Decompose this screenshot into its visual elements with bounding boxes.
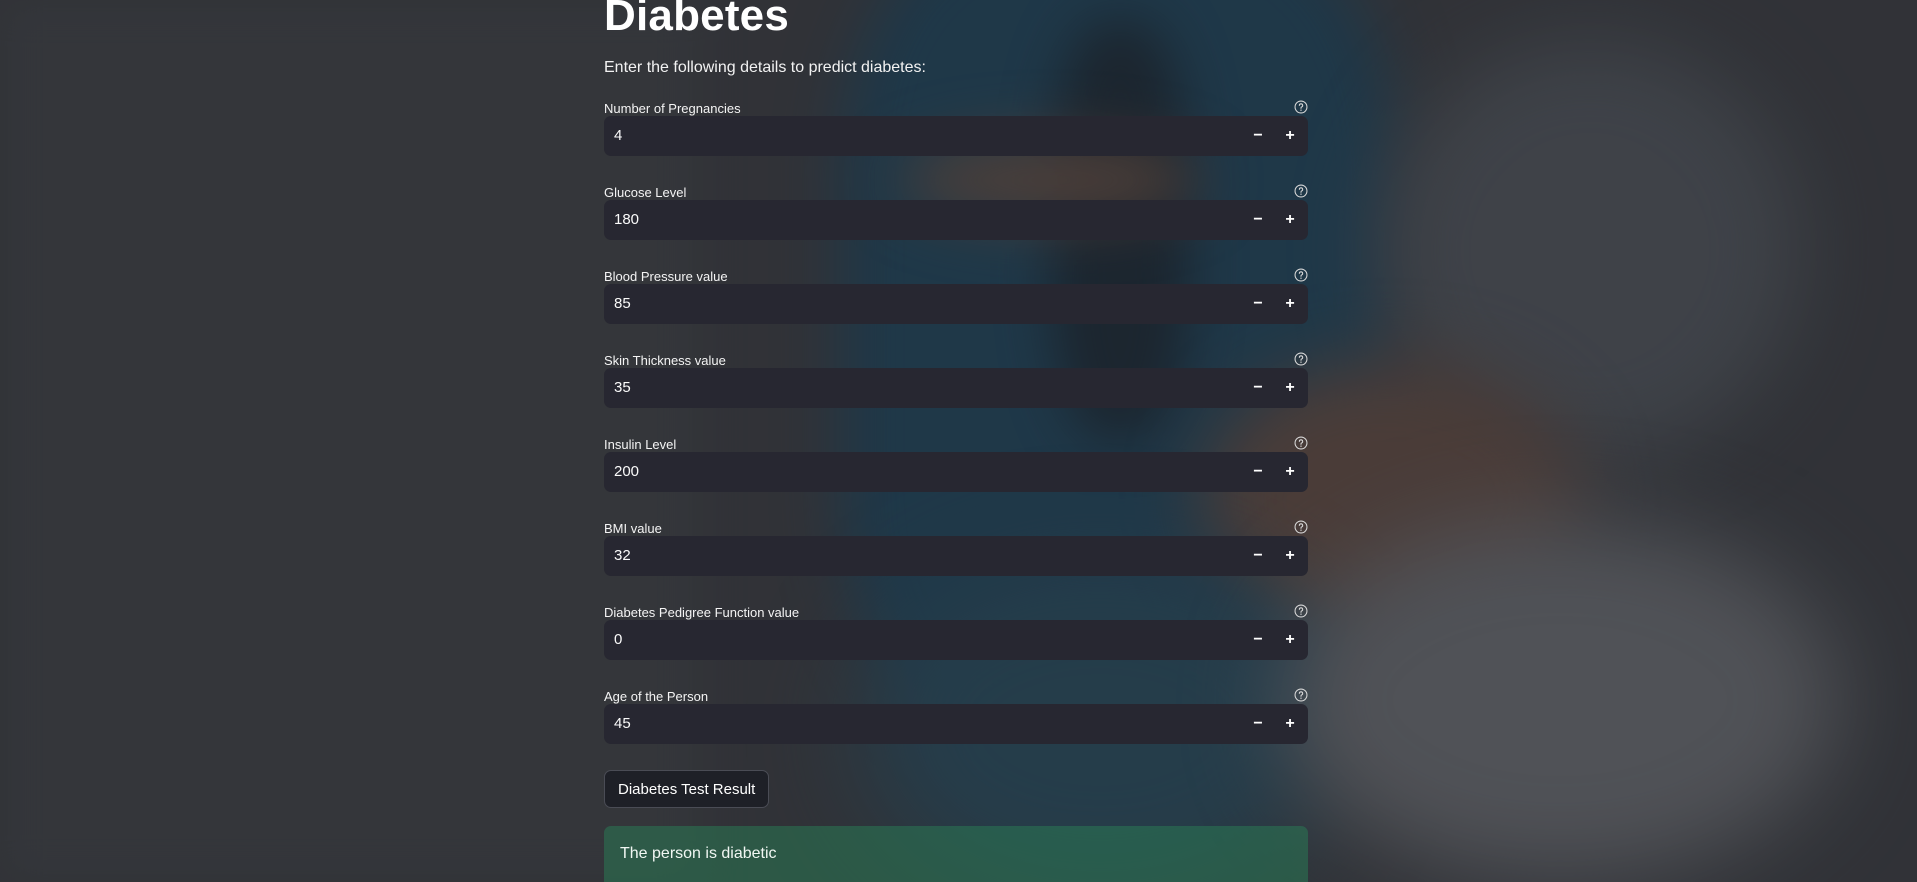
decrement-button[interactable]: − — [1242, 620, 1274, 660]
field-label: Blood Pressure value — [604, 269, 728, 284]
help-icon[interactable] — [1294, 100, 1308, 114]
decrement-button[interactable]: − — [1242, 536, 1274, 576]
field-bmi: BMI value − + — [604, 520, 1308, 591]
help-icon[interactable] — [1294, 352, 1308, 366]
help-icon[interactable] — [1294, 688, 1308, 702]
field-label: Number of Pregnancies — [604, 101, 741, 116]
number-input-container: − + — [604, 368, 1308, 408]
pedigree-input[interactable] — [614, 620, 1214, 660]
number-input-container: − + — [604, 704, 1308, 744]
number-input-container: − + — [604, 452, 1308, 492]
increment-button[interactable]: + — [1274, 536, 1306, 576]
help-icon[interactable] — [1294, 604, 1308, 618]
glucose-input[interactable] — [614, 200, 1214, 240]
bmi-input[interactable] — [614, 536, 1214, 576]
number-input-container: − + — [604, 536, 1308, 576]
number-input-container: − + — [604, 200, 1308, 240]
increment-button[interactable]: + — [1274, 200, 1306, 240]
blood-pressure-input[interactable] — [614, 284, 1214, 324]
number-input-container: − + — [604, 284, 1308, 324]
field-skin-thickness: Skin Thickness value − + — [604, 352, 1308, 423]
help-icon[interactable] — [1294, 268, 1308, 282]
number-input-container: − + — [604, 620, 1308, 660]
result-message: The person is diabetic — [620, 845, 777, 862]
insulin-input[interactable] — [614, 452, 1214, 492]
field-insulin: Insulin Level − + — [604, 436, 1308, 507]
result-alert: The person is diabetic — [604, 826, 1308, 882]
field-label: Insulin Level — [604, 437, 677, 452]
increment-button[interactable]: + — [1274, 452, 1306, 492]
increment-button[interactable]: + — [1274, 284, 1306, 324]
decrement-button[interactable]: − — [1242, 116, 1274, 156]
decrement-button[interactable]: − — [1242, 452, 1274, 492]
help-icon[interactable] — [1294, 520, 1308, 534]
page-title: Diabetes — [604, 0, 790, 40]
pregnancies-input[interactable] — [614, 116, 1214, 156]
decrement-button[interactable]: − — [1242, 704, 1274, 744]
increment-button[interactable]: + — [1274, 368, 1306, 408]
decrement-button[interactable]: − — [1242, 368, 1274, 408]
field-pregnancies: Number of Pregnancies − + — [604, 100, 1308, 171]
increment-button[interactable]: + — [1274, 620, 1306, 660]
help-icon[interactable] — [1294, 184, 1308, 198]
skin-thickness-input[interactable] — [614, 368, 1214, 408]
decrement-button[interactable]: − — [1242, 284, 1274, 324]
increment-button[interactable]: + — [1274, 116, 1306, 156]
decrement-button[interactable]: − — [1242, 200, 1274, 240]
increment-button[interactable]: + — [1274, 704, 1306, 744]
field-pedigree: Diabetes Pedigree Function value − + — [604, 604, 1308, 675]
diabetes-test-result-button[interactable]: Diabetes Test Result — [604, 770, 770, 808]
age-input[interactable] — [614, 704, 1214, 744]
field-label: Age of the Person — [604, 689, 709, 704]
field-label: Skin Thickness value — [604, 353, 726, 368]
field-label: BMI value — [604, 521, 662, 536]
field-blood-pressure: Blood Pressure value − + — [604, 268, 1308, 339]
page-subtitle: Enter the following details to predict d… — [604, 59, 926, 76]
field-glucose: Glucose Level − + — [604, 184, 1308, 255]
number-input-container: − + — [604, 116, 1308, 156]
field-label: Glucose Level — [604, 185, 687, 200]
field-age: Age of the Person − + — [604, 688, 1308, 759]
field-label: Diabetes Pedigree Function value — [604, 605, 800, 620]
help-icon[interactable] — [1294, 436, 1308, 450]
